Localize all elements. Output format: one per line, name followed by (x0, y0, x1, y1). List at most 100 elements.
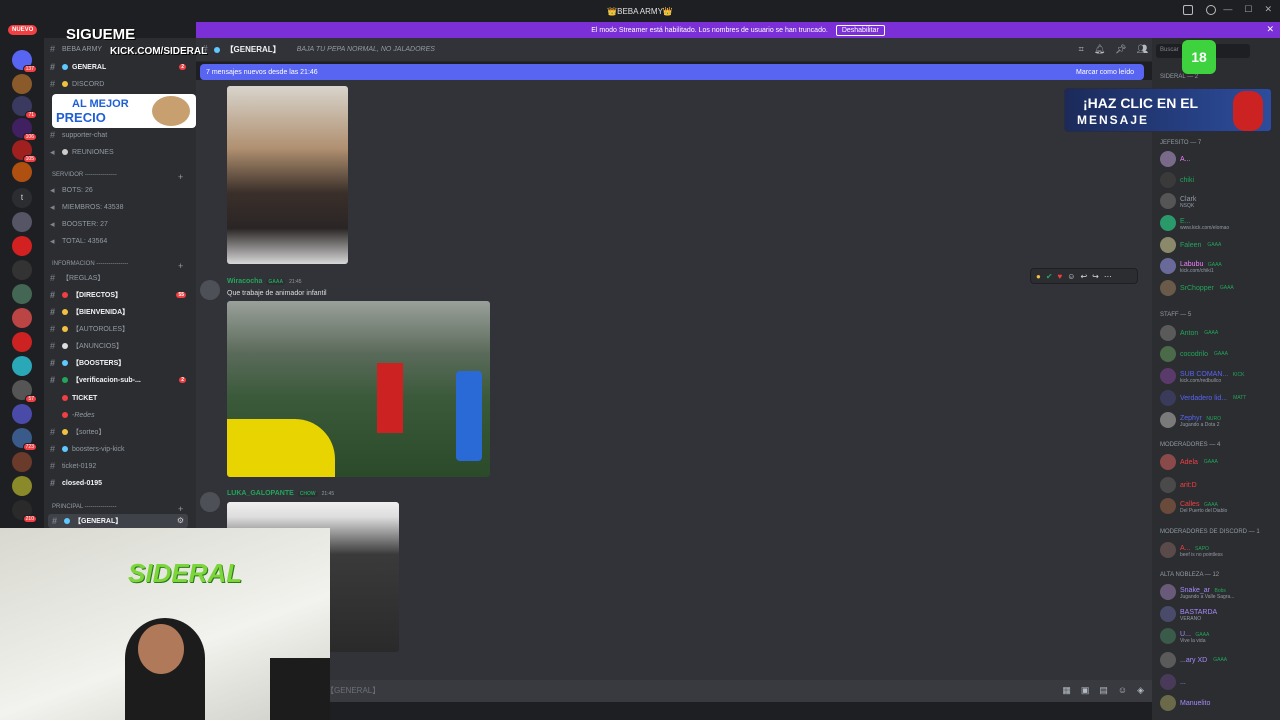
reaction-check-icon[interactable]: ✔ (1046, 272, 1053, 281)
channel-sorteo[interactable]: # 【sorteo】 (50, 425, 105, 439)
close-banner-icon[interactable]: ✕ (1266, 24, 1274, 35)
member-item[interactable]: Clark NSQK (1160, 192, 1196, 210)
channel-closed-0195[interactable]: # closed-0195 (50, 476, 102, 490)
category-servidor[interactable]: SERVIDOR ---------------- + (52, 172, 188, 182)
channel-boosters[interactable]: # 【BOOSTERS】 (50, 356, 125, 370)
category-principal[interactable]: PRINCIPAL ---------------- + (52, 504, 188, 514)
inbox-icon[interactable] (1183, 5, 1193, 15)
server-icon[interactable]: 106 (12, 118, 37, 141)
minimize-icon[interactable]: — (1223, 4, 1232, 15)
forward-icon[interactable]: ↪ (1092, 272, 1099, 281)
avatar[interactable] (200, 492, 220, 512)
server-icon[interactable] (12, 236, 32, 256)
add-reaction-icon[interactable]: ☺ (1067, 272, 1075, 281)
message-image[interactable] (227, 86, 348, 264)
server-icon[interactable] (12, 308, 32, 328)
emoji-icon[interactable]: ☺ (1118, 685, 1127, 696)
member-item[interactable]: Anton GAAA (1160, 324, 1221, 342)
channel-verificacion[interactable]: # 【verificacion-sub-... 2 (50, 373, 186, 387)
channel-redes[interactable]: -Redes (50, 408, 95, 422)
channel-reglas[interactable]: # 【REGLAS】 (50, 271, 104, 285)
server-icon[interactable] (12, 284, 32, 304)
member-item[interactable]: Labubu GAAA kick.com/chiki1 (1160, 257, 1224, 275)
server-icon[interactable]: 71 (12, 96, 37, 119)
category-informacion[interactable]: INFORMACION ---------------- + (52, 261, 188, 271)
member-item[interactable]: SrChopper GAAA (1160, 279, 1236, 297)
disable-streamer-button[interactable]: Deshabilitar (835, 24, 885, 36)
member-item[interactable]: ... (1160, 673, 1186, 691)
channel-autoroles[interactable]: # 【AUTOROLES】 (50, 322, 129, 336)
more-options-icon[interactable]: ⋯ (1104, 272, 1112, 281)
channel-discord[interactable]: # DISCORD (50, 77, 104, 91)
message-composer[interactable]: 【GENERAL】 ▦ ▣ ▤ ☺ ◈ (196, 680, 1152, 702)
server-name-header[interactable]: # BEBA ARMY (50, 42, 102, 56)
mark-read-button[interactable]: Marcar como leído (1076, 69, 1134, 76)
member-item[interactable]: Zephyr NURO Jugando a Dota 2 (1160, 411, 1224, 429)
sticker-icon[interactable]: ▤ (1099, 685, 1108, 696)
server-icon[interactable] (12, 74, 32, 94)
channel-directos[interactable]: # 【DIRECTOS】 55 (50, 288, 186, 302)
reply-icon[interactable]: ↩ (1080, 272, 1087, 281)
pin-icon[interactable]: 📌︎ (1115, 44, 1126, 55)
add-channel-icon[interactable]: + (178, 504, 183, 514)
settings-icon[interactable]: ⚙ (177, 516, 184, 525)
member-item[interactable]: A... SAPO beef is no pointless (1160, 541, 1223, 559)
member-item[interactable]: Faleen GAAA (1160, 236, 1224, 254)
member-item[interactable]: SUB COMAN... KICK kick.com/redbullco (1160, 367, 1247, 385)
member-item[interactable]: Calles GAAA Del Puerto del Diablo (1160, 497, 1227, 515)
channel-supporter-chat[interactable]: # supporter-chat (50, 128, 107, 142)
member-item[interactable]: Manuelito (1160, 694, 1210, 712)
server-icon[interactable] (12, 356, 32, 376)
gift-icon[interactable]: ▦ (1062, 685, 1071, 696)
close-window-icon[interactable]: ✕ (1264, 4, 1272, 15)
member-item[interactable]: Adela GAAA (1160, 453, 1220, 471)
member-item[interactable]: ...ary XD GAAA (1160, 651, 1230, 669)
message-author[interactable]: Wiracocha (227, 278, 262, 285)
server-icon[interactable]: 210 (12, 500, 37, 523)
members-icon[interactable]: 👥︎ (1137, 44, 1148, 55)
server-icon[interactable] (12, 162, 32, 182)
channel-general-selected[interactable]: # 【GENERAL】 ⚙ (48, 514, 188, 528)
channel-reuniones[interactable]: ◂ REUNIONES (50, 145, 114, 159)
member-item[interactable]: E... www.kick.com/elomao (1160, 214, 1229, 232)
maximize-icon[interactable]: ☐ (1244, 4, 1252, 15)
member-item[interactable]: chiki (1160, 171, 1194, 189)
server-icon[interactable] (12, 476, 32, 496)
member-item[interactable]: Snake_ar Bobs Jugando a Valle Sagra... (1160, 583, 1234, 601)
member-item[interactable]: A... (1160, 150, 1191, 168)
threads-icon[interactable]: ⌗ (1079, 44, 1084, 55)
server-icon[interactable] (12, 332, 32, 352)
server-icon[interactable]: 723 (12, 428, 37, 451)
add-channel-icon[interactable]: + (178, 172, 183, 182)
server-icon[interactable]: 57 (12, 380, 37, 403)
channel-bienvenida[interactable]: # 【BIENVENIDA】 (50, 305, 129, 319)
server-icon[interactable]: t (12, 188, 32, 208)
member-item[interactable]: arit:D (1160, 476, 1197, 494)
bell-icon[interactable]: 🔔︎ (1094, 44, 1105, 55)
help-icon[interactable] (1206, 5, 1216, 15)
channel-ticket[interactable]: TICKET (50, 391, 97, 405)
reaction-emoji-icon[interactable]: ● (1036, 272, 1041, 281)
channel-ticket-0192[interactable]: # ticket-0192 (50, 459, 96, 473)
channel-general[interactable]: # GENERAL 2 (50, 60, 186, 74)
channel-anuncios[interactable]: # 【ANUNCIOS】 (50, 339, 123, 353)
member-item[interactable]: Verdadero lid... MATT (1160, 389, 1249, 407)
message-image[interactable] (227, 301, 490, 477)
server-icon[interactable] (12, 212, 32, 232)
server-icon[interactable]: 105 (12, 140, 37, 163)
apps-icon[interactable]: ◈ (1137, 685, 1144, 696)
server-icon[interactable] (12, 404, 32, 424)
channel-topic[interactable]: BAJA TU PEPA NORMAL, NO JALADORES (297, 46, 435, 53)
avatar[interactable] (200, 280, 220, 300)
server-icon[interactable] (12, 260, 32, 280)
reaction-heart-icon[interactable]: ♥ (1058, 272, 1063, 281)
server-icon[interactable] (12, 452, 32, 472)
member-item[interactable]: U... GAAA Vive la vida (1160, 627, 1212, 645)
add-channel-icon[interactable]: + (178, 261, 183, 271)
gif-icon[interactable]: ▣ (1081, 685, 1090, 696)
new-messages-bar[interactable]: 7 mensajes nuevos desde las 21:46 Marcar… (200, 64, 1144, 80)
member-item[interactable]: BASTARDA VERANO (1160, 605, 1217, 623)
message-author[interactable]: LUKA_GALOPANTE (227, 490, 294, 497)
member-item[interactable]: cocodrilo GAAA (1160, 345, 1230, 363)
channel-boosters-vip-kick[interactable]: # boosters-vip-kick (50, 442, 125, 456)
